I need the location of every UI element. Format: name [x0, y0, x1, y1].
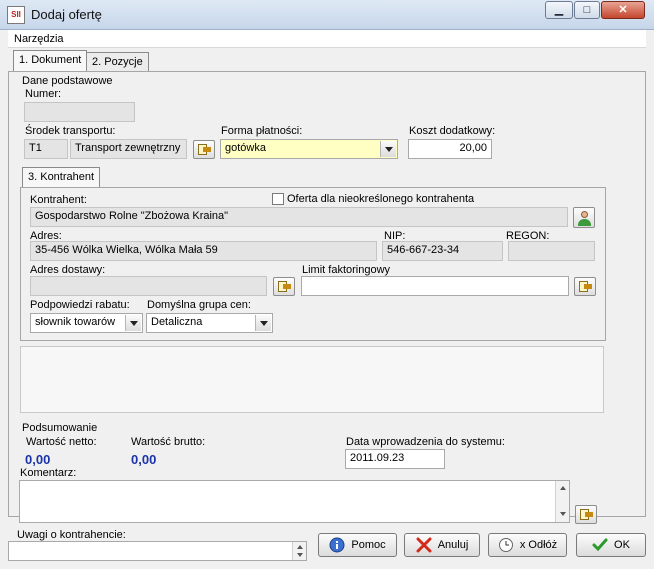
net-label: Wartość netto: [26, 436, 97, 448]
nip-field[interactable]: 546-667-23-34 [382, 241, 503, 261]
ok-button[interactable]: OK [576, 533, 646, 557]
cancel-label: Anuluj [437, 539, 469, 551]
comment-lookup-button[interactable] [575, 505, 597, 524]
comment-textarea[interactable] [19, 480, 570, 523]
delivery-lookup-button[interactable] [273, 277, 295, 296]
limit-input[interactable] [301, 276, 569, 296]
basic-group-label: Dane podstawowe [22, 75, 113, 87]
empty-panel [20, 346, 604, 413]
price-group-label: Domyślna grupa cen: [147, 299, 251, 311]
address-field[interactable]: 35-456 Wólka Wielka, Wólka Mała 59 [30, 241, 377, 261]
delivery-address-field[interactable] [30, 276, 267, 296]
comment-scrollbar[interactable] [555, 481, 569, 522]
discount-combobox[interactable]: słownik towarów [30, 313, 143, 333]
chevron-down-icon[interactable] [125, 315, 141, 331]
net-value: 0,00 [25, 452, 51, 467]
window-title: Dodaj ofertę [31, 7, 102, 22]
help-button[interactable]: Pomoc [318, 533, 397, 557]
undefined-contractor-checkbox[interactable] [272, 193, 284, 205]
delivery-label: Adres dostawy: [30, 264, 106, 276]
scroll-down-icon[interactable] [560, 512, 566, 516]
person-icon [581, 211, 588, 218]
comment-label: Komentarz: [20, 467, 77, 479]
gross-value: 0,00 [131, 452, 157, 467]
menu-item-tools[interactable]: Narzędzia [14, 33, 64, 45]
transport-name-field[interactable]: Transport zewnętrzny [70, 139, 187, 159]
remarks-label: Uwagi o kontrahencie: [17, 529, 126, 541]
menu-bar: Narzędzia [8, 30, 646, 48]
check-icon [592, 537, 608, 553]
price-group-combobox[interactable]: Detaliczna [146, 313, 273, 333]
number-label: Numer: [25, 88, 62, 100]
chevron-down-icon[interactable] [380, 141, 396, 157]
maximize-button[interactable]: □ [574, 1, 600, 19]
limit-lookup-button[interactable] [574, 277, 596, 296]
payment-combobox[interactable]: gotówka [220, 139, 398, 159]
app-icon: SII [7, 6, 25, 24]
date-label: Data wprowadzenia do systemu: [346, 436, 505, 448]
transport-label: Środek transportu: [25, 125, 116, 137]
discount-value: słownik towarów [35, 316, 116, 328]
transport-lookup-button[interactable] [193, 140, 215, 159]
clock-icon [498, 537, 514, 553]
cancel-button[interactable]: Anuluj [404, 533, 480, 557]
payment-value: gotówka [225, 142, 266, 154]
chevron-down-icon[interactable] [255, 315, 271, 331]
scroll-up-icon[interactable] [560, 486, 566, 490]
postpone-label: x Odłóż [519, 539, 558, 551]
contractor-label: Kontrahent: [30, 194, 87, 206]
remarks-scrollbar[interactable] [292, 542, 306, 560]
transport-code-field[interactable]: T1 [24, 139, 68, 159]
extra-cost-label: Koszt dodatkowy: [409, 125, 496, 137]
extra-cost-input[interactable]: 20,00 [408, 139, 492, 159]
tab-positions[interactable]: 2. Pozycje [86, 52, 149, 72]
scroll-up-icon[interactable] [297, 545, 303, 549]
remarks-field[interactable] [8, 541, 307, 561]
select-contractor-button[interactable] [573, 207, 595, 228]
price-group-value: Detaliczna [151, 316, 203, 328]
limit-label: Limit faktoringowy [302, 264, 391, 276]
regon-field[interactable] [508, 241, 595, 261]
number-field[interactable] [24, 102, 135, 122]
info-icon [329, 537, 345, 553]
ok-label: OK [614, 539, 630, 551]
postpone-button[interactable]: x Odłóż [488, 533, 567, 557]
payment-label: Forma płatności: [221, 125, 303, 137]
title-bar: SII Dodaj ofertę ▁ □ ✕ [0, 0, 654, 30]
summary-group-label: Podsumowanie [22, 422, 98, 434]
contractor-name-field[interactable]: Gospodarstwo Rolne "Zbożowa Kraina" [30, 207, 568, 227]
minimize-button[interactable]: ▁ [545, 1, 573, 19]
red-x-icon [416, 537, 432, 553]
date-field[interactable]: 2011.09.23 [345, 449, 445, 469]
help-label: Pomoc [351, 539, 386, 551]
gross-label: Wartość brutto: [131, 436, 206, 448]
undefined-contractor-label: Oferta dla nieokreślonego kontrahenta [287, 193, 475, 205]
scroll-down-icon[interactable] [297, 553, 303, 557]
close-button[interactable]: ✕ [601, 1, 645, 19]
tab-document[interactable]: 1. Dokument [13, 50, 88, 72]
tab-contractor[interactable]: 3. Kontrahent [22, 167, 101, 189]
discount-label: Podpowiedzi rabatu: [30, 299, 130, 311]
